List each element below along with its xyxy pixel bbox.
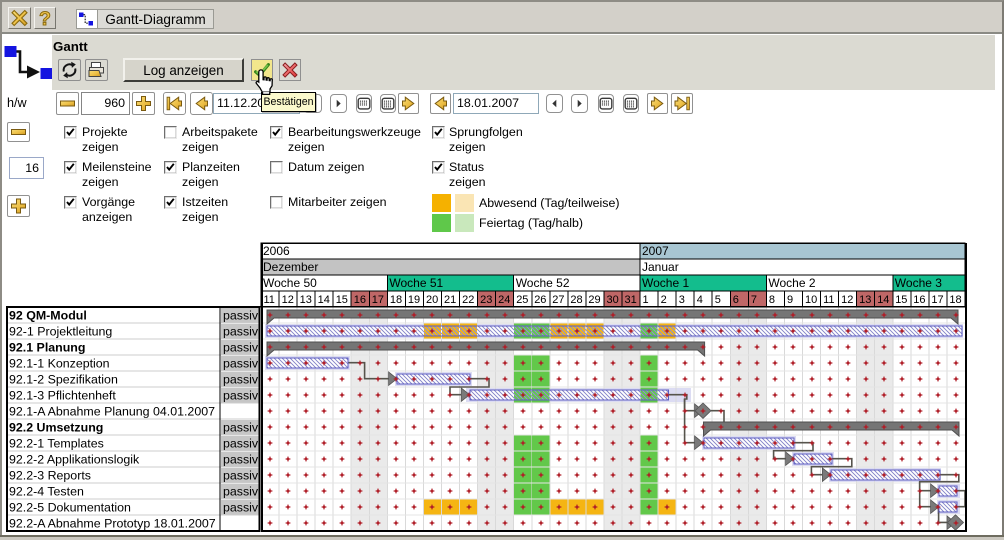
svg-text:Woche 50: Woche 50: [263, 276, 317, 290]
svg-text:passiv: passiv: [223, 501, 259, 515]
svg-text:Woche 2: Woche 2: [768, 276, 815, 290]
svg-text:passiv: passiv: [223, 325, 259, 339]
svg-text:6: 6: [733, 294, 739, 306]
svg-text:11: 11: [264, 294, 275, 306]
svg-text:11: 11: [823, 294, 834, 306]
svg-text:92 QM-Modul: 92 QM-Modul: [9, 309, 87, 323]
svg-text:92.2-1 Templates: 92.2-1 Templates: [9, 437, 104, 451]
svg-text:17: 17: [372, 294, 384, 306]
svg-text:Woche 1: Woche 1: [642, 276, 689, 290]
svg-text:92.2-5 Dokumentation: 92.2-5 Dokumentation: [9, 501, 131, 515]
svg-text:8: 8: [769, 294, 775, 306]
svg-text:14: 14: [877, 294, 889, 306]
svg-text:92-1 Projektleitung: 92-1 Projektleitung: [9, 325, 112, 339]
svg-text:?: ?: [39, 8, 51, 28]
svg-text:18: 18: [390, 294, 402, 306]
svg-text:18: 18: [949, 294, 961, 306]
svg-text:5: 5: [715, 294, 721, 306]
svg-text:92.2-2 Applikationslogik: 92.2-2 Applikationslogik: [9, 453, 140, 467]
svg-text:Woche 3: Woche 3: [895, 276, 942, 290]
svg-text:9: 9: [787, 294, 793, 306]
svg-text:10: 10: [805, 294, 817, 306]
svg-text:25: 25: [516, 294, 528, 306]
svg-text:passiv: passiv: [223, 421, 259, 435]
svg-text:12: 12: [282, 294, 294, 306]
svg-text:22: 22: [462, 294, 474, 306]
svg-text:Woche 51: Woche 51: [389, 276, 443, 290]
svg-text:92.2-3 Reports: 92.2-3 Reports: [9, 469, 91, 483]
svg-text:23: 23: [480, 294, 492, 306]
svg-text:92.1-3 Pflichtenheft: 92.1-3 Pflichtenheft: [9, 389, 116, 403]
svg-text:passiv: passiv: [223, 309, 259, 323]
svg-text:30: 30: [607, 294, 619, 306]
svg-text:passiv: passiv: [223, 437, 259, 451]
svg-text:passiv: passiv: [223, 469, 259, 483]
svg-text:passiv: passiv: [223, 357, 259, 371]
svg-text:15: 15: [895, 294, 907, 306]
svg-text:92.2-A Abnahme Prototyp 18.01.: 92.2-A Abnahme Prototyp 18.01.2007: [9, 517, 216, 531]
svg-text:92.2 Umsetzung: 92.2 Umsetzung: [9, 421, 103, 435]
svg-text:92.1-A Abnahme Planung 04.01.2: 92.1-A Abnahme Planung 04.01.2007: [9, 405, 215, 419]
svg-text:31: 31: [625, 294, 637, 306]
svg-text:1: 1: [643, 294, 649, 306]
svg-text:15: 15: [336, 294, 348, 306]
svg-text:20: 20: [426, 294, 438, 306]
svg-text:Woche 52: Woche 52: [516, 276, 570, 290]
svg-text:2: 2: [661, 294, 667, 306]
svg-text:passiv: passiv: [223, 453, 259, 467]
svg-text:7: 7: [751, 294, 757, 306]
svg-text:16: 16: [354, 294, 366, 306]
svg-text:26: 26: [534, 294, 546, 306]
svg-text:92.1 Planung: 92.1 Planung: [9, 341, 85, 355]
svg-text:13: 13: [859, 294, 871, 306]
svg-text:21: 21: [444, 294, 456, 306]
svg-text:92.1-1 Konzeption: 92.1-1 Konzeption: [9, 357, 110, 371]
svg-text:passiv: passiv: [223, 341, 259, 355]
svg-text:92.2-4 Testen: 92.2-4 Testen: [9, 485, 84, 499]
svg-text:Januar: Januar: [642, 260, 679, 274]
svg-text:92.1-2 Spezifikation: 92.1-2 Spezifikation: [9, 373, 118, 387]
svg-text:29: 29: [588, 294, 600, 306]
svg-text:passiv: passiv: [223, 485, 259, 499]
svg-text:13: 13: [300, 294, 312, 306]
svg-text:28: 28: [570, 294, 582, 306]
svg-text:2007: 2007: [642, 244, 669, 258]
svg-text:2006: 2006: [263, 244, 290, 258]
svg-text:passiv: passiv: [223, 373, 259, 387]
svg-text:3: 3: [679, 294, 685, 306]
svg-text:14: 14: [318, 294, 330, 306]
svg-text:4: 4: [697, 294, 703, 306]
svg-text:17: 17: [931, 294, 943, 306]
svg-text:24: 24: [498, 294, 510, 306]
svg-text:12: 12: [841, 294, 853, 306]
svg-text:19: 19: [408, 294, 420, 306]
svg-text:16: 16: [913, 294, 925, 306]
svg-text:Dezember: Dezember: [263, 260, 318, 274]
svg-text:27: 27: [552, 294, 564, 306]
svg-text:passiv: passiv: [223, 389, 259, 403]
